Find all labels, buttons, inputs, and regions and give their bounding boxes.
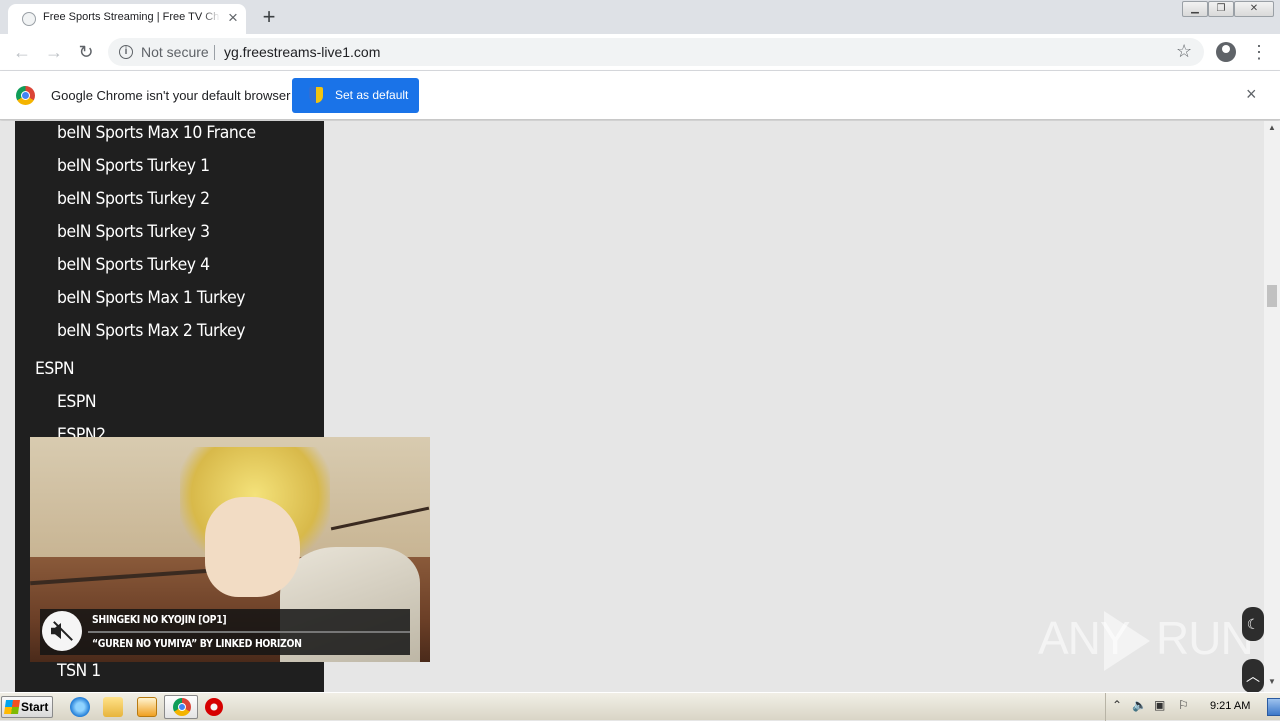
video-caption-divider: [88, 631, 410, 633]
windows-logo-icon: [4, 700, 20, 714]
taskbar-chrome-button[interactable]: [164, 695, 198, 719]
restore-window-button[interactable]: ❐: [1208, 1, 1234, 17]
channel-link[interactable]: TSN 1: [57, 661, 101, 681]
channel-link[interactable]: beIN Sports Turkey 4: [57, 255, 210, 275]
address-bar[interactable]: i Not secure yg.freestreams-live1.com ☆: [108, 38, 1204, 66]
set-as-default-button[interactable]: Set as default: [292, 78, 419, 113]
internet-explorer-icon[interactable]: [70, 697, 90, 717]
page-scrollbar[interactable]: ▲ ▼: [1264, 121, 1280, 692]
menu-kebab-icon[interactable]: ⋮: [1250, 39, 1268, 65]
action-center-flag-icon[interactable]: ⚐: [1178, 698, 1189, 712]
video-caption-subtitle: “GUREN NO YUMIYA” BY LINKED HORIZON: [92, 637, 302, 650]
url-text[interactable]: yg.freestreams-live1.com: [224, 44, 380, 60]
profile-avatar-icon[interactable]: [1216, 42, 1236, 62]
chrome-logo-icon: [16, 86, 35, 105]
channel-group-heading[interactable]: ESPN: [35, 359, 75, 379]
tab-title: Free Sports Streaming | Free TV Channels: [43, 11, 219, 23]
info-icon[interactable]: i: [119, 45, 133, 59]
channel-link[interactable]: beIN Sports Turkey 2: [57, 189, 210, 209]
close-window-button[interactable]: ✕: [1234, 1, 1274, 17]
security-status[interactable]: Not secure: [141, 44, 209, 60]
dark-mode-toggle-icon[interactable]: ☾: [1242, 607, 1264, 641]
scroll-down-arrow-icon[interactable]: ▼: [1267, 677, 1277, 686]
tab-close-icon[interactable]: ×: [224, 9, 242, 27]
video-frame-character-face: [205, 497, 300, 597]
back-arrow-icon[interactable]: ←: [10, 40, 34, 64]
bookmark-star-icon[interactable]: ☆: [1176, 41, 1192, 62]
channel-link[interactable]: beIN Sports Max 10 France: [57, 123, 256, 143]
page-favicon-icon: [22, 12, 36, 26]
uac-shield-icon: [309, 87, 323, 103]
floating-video-player[interactable]: SHINGEKI NO KYOJIN [OP1] “GUREN NO YUMIY…: [30, 437, 430, 662]
muted-speaker-icon[interactable]: [42, 611, 82, 651]
set-as-default-label: Set as default: [335, 88, 409, 102]
system-tray: ⌃ 🔈 ▣ ⚐ 9:21 AM: [1105, 693, 1280, 721]
tab-title-fade: [202, 8, 220, 28]
chrome-icon: [173, 698, 191, 716]
show-desktop-button[interactable]: [1267, 698, 1280, 716]
tab-strip: Free Sports Streaming | Free TV Channels…: [0, 0, 1280, 34]
watermark-play-icon: [1104, 611, 1150, 671]
media-player-icon[interactable]: [137, 697, 157, 717]
channel-link[interactable]: beIN Sports Max 1 Turkey: [57, 288, 246, 308]
scrollbar-thumb[interactable]: [1267, 285, 1277, 307]
infobar-message: Google Chrome isn't your default browser: [51, 88, 291, 103]
clock[interactable]: 9:21 AM: [1210, 700, 1250, 712]
channel-link[interactable]: beIN Sports Max 2 Turkey: [57, 321, 246, 341]
new-tab-button[interactable]: +: [258, 6, 280, 28]
minimize-window-button[interactable]: ▁: [1182, 1, 1208, 17]
video-caption-title: SHINGEKI NO KYOJIN [OP1]: [92, 613, 227, 626]
scroll-to-top-icon[interactable]: ︿: [1242, 659, 1264, 692]
windows-taskbar: Start ⌃ 🔈 ▣ ⚐ 9:21 AM: [0, 692, 1280, 721]
tray-expand-icon[interactable]: ⌃: [1112, 698, 1122, 712]
watermark-text-right: RUN: [1156, 612, 1254, 664]
browser-toolbar: ← → ↻ i Not secure yg.freestreams-live1.…: [0, 34, 1280, 71]
browser-tab[interactable]: Free Sports Streaming | Free TV Channels…: [8, 4, 246, 34]
anyrun-watermark-right: RUN: [1156, 611, 1254, 665]
reload-icon[interactable]: ↻: [74, 40, 98, 64]
network-icon[interactable]: ▣: [1154, 698, 1165, 712]
volume-icon[interactable]: 🔈: [1132, 698, 1147, 712]
channel-link[interactable]: beIN Sports Turkey 3: [57, 222, 210, 242]
infobar-close-icon[interactable]: ×: [1246, 85, 1257, 103]
start-label: Start: [21, 700, 49, 714]
start-button[interactable]: Start: [1, 696, 53, 718]
folder-icon[interactable]: [103, 697, 123, 717]
forward-arrow-icon[interactable]: →: [42, 40, 66, 64]
scroll-up-arrow-icon[interactable]: ▲: [1267, 123, 1277, 132]
opera-icon[interactable]: [205, 698, 223, 716]
default-browser-infobar: Google Chrome isn't your default browser…: [0, 71, 1280, 120]
address-separator: [214, 45, 215, 60]
channel-link[interactable]: ESPN: [57, 392, 97, 412]
channel-link[interactable]: beIN Sports Turkey 1: [57, 156, 210, 176]
